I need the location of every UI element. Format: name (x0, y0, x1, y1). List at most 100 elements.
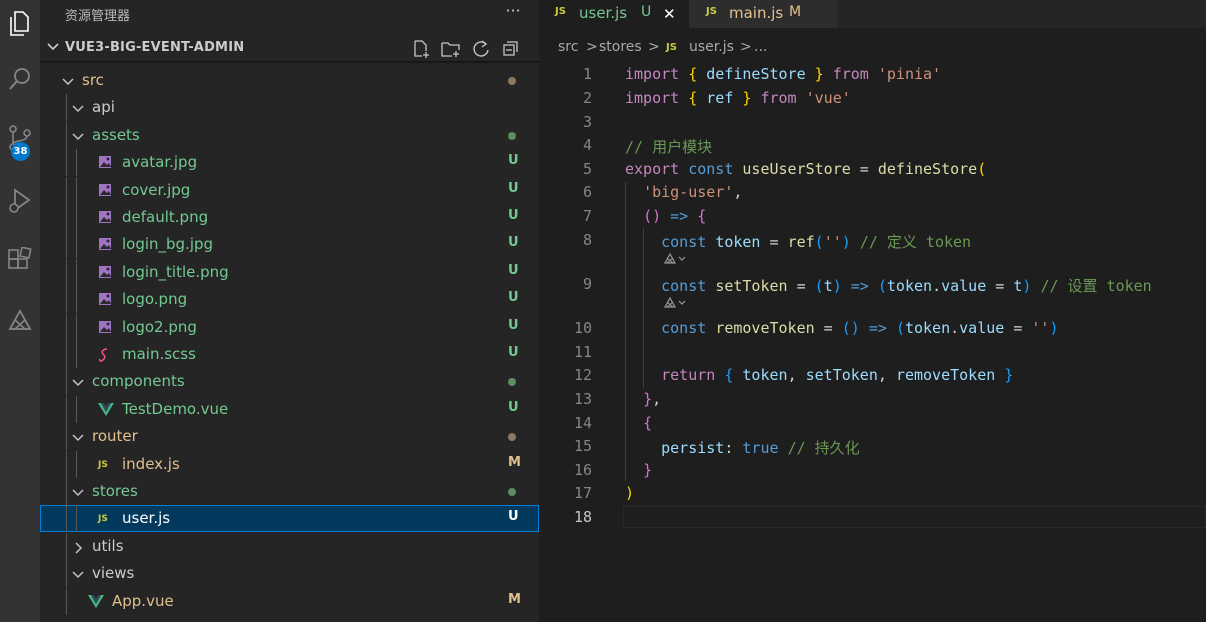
code-text: const token = ref('') // 定义 token (661, 233, 972, 251)
tree-file[interactable]: TestDemo.vue U (40, 395, 539, 423)
indent-guide (66, 450, 67, 478)
tab-user-js[interactable]: JS user.js U ✕ (539, 0, 689, 28)
tree-file[interactable]: login_bg.jpg U (40, 231, 539, 259)
chevron-down-icon (72, 379, 84, 387)
breadcrumb-stores[interactable]: stores (599, 39, 642, 55)
chevron-down-icon (72, 571, 84, 579)
image-file-icon (98, 320, 114, 336)
chevron-down-icon (62, 78, 74, 86)
js-file-icon: JS (555, 6, 566, 17)
git-status-badge: U (508, 317, 519, 333)
tree-item-label: user.js (122, 509, 171, 528)
chevron-down-icon (72, 105, 84, 113)
line-number: 12 (573, 366, 592, 384)
git-status-badge: U (508, 345, 519, 360)
tree-file[interactable]: JS user.js U (40, 505, 539, 533)
copilot-lens-icon[interactable] (663, 296, 687, 313)
indent-guide (66, 478, 67, 505)
tree-file[interactable]: logo.png U (40, 286, 539, 314)
code-line: 11 (539, 340, 1206, 364)
git-status-dot (508, 433, 516, 442)
tree-item-label: avatar.jpg (122, 153, 198, 172)
copilot-lens-icon[interactable] (663, 252, 687, 269)
extensions-icon[interactable] (0, 237, 40, 285)
tree-file[interactable]: App.vue M (40, 587, 539, 615)
tab-status: M (789, 4, 802, 20)
search-icon[interactable] (0, 55, 40, 103)
tree-file[interactable]: avatar.jpg U (40, 149, 539, 177)
chevron-down-icon (72, 489, 84, 497)
tree-folder[interactable]: api (40, 94, 539, 122)
tree-folder[interactable]: components (40, 368, 539, 396)
code-line: 12 return { token, setToken, removeToken… (539, 363, 1206, 387)
tree-file[interactable]: login_title.png U (40, 258, 539, 286)
js-file-icon: JS (666, 42, 677, 53)
breadcrumb-file[interactable]: user.js (689, 39, 734, 55)
git-status-badge: U (508, 235, 519, 251)
tree-item-label: views (92, 564, 135, 583)
close-icon[interactable]: ✕ (663, 5, 676, 23)
chevron-down-icon (72, 434, 84, 442)
remote-explorer-icon[interactable] (0, 297, 40, 345)
code-line: 8 const token = ref('') // 定义 token (539, 228, 1206, 252)
indent-guide (66, 121, 67, 149)
tree-item-label: components (92, 372, 185, 391)
breadcrumb-src[interactable]: src (558, 39, 578, 55)
indent-guide (76, 341, 77, 368)
indent-guide (66, 368, 67, 396)
indent-guide (66, 204, 67, 231)
line-number: 16 (573, 461, 592, 479)
tree-file[interactable]: main.scss U (40, 341, 539, 368)
indent-guide (66, 313, 67, 341)
tree-file[interactable]: cover.jpg U (40, 176, 539, 204)
new-file-icon[interactable] (410, 38, 432, 60)
indent-guide (66, 176, 67, 204)
vue-file-icon (98, 402, 114, 418)
tab-status: U (641, 4, 652, 20)
tree-file[interactable]: default.png U (40, 204, 539, 231)
explorer-icon[interactable] (0, 0, 40, 48)
tree-file[interactable]: logo2.png U (40, 313, 539, 341)
code-text: } (643, 461, 653, 479)
indent-guide (76, 258, 77, 286)
line-number: 8 (582, 231, 592, 249)
image-file-icon (98, 210, 114, 226)
tab-bar: JS user.js U ✕ JS main.js M (539, 0, 1206, 28)
git-status-dot (508, 488, 516, 496)
tree-item-label: router (92, 427, 138, 446)
tree-item-label: App.vue (112, 591, 174, 610)
indent-guide (76, 176, 77, 204)
git-status-dot (508, 77, 516, 85)
code-text: const removeToken = () => (token.value =… (661, 319, 1059, 337)
tree-item-label: api (92, 98, 115, 117)
tree-folder[interactable]: utils (40, 532, 539, 560)
run-debug-icon[interactable] (0, 176, 40, 224)
more-actions-icon[interactable]: ··· (502, 0, 524, 26)
indent-guide (76, 395, 77, 423)
git-status-dot (508, 131, 516, 140)
indent-guide (66, 231, 67, 259)
collapse-all-icon[interactable] (500, 38, 522, 60)
tab-main-js[interactable]: JS main.js M (689, 0, 837, 28)
new-folder-icon[interactable] (440, 38, 462, 60)
code-text: }, (643, 390, 662, 408)
code-text: const setToken = (t) => (token.value = t… (661, 277, 1152, 295)
tree-folder[interactable]: src (40, 67, 539, 94)
breadcrumb-separator: > (740, 39, 752, 55)
tree-folder[interactable]: assets (40, 121, 539, 149)
tree-folder[interactable]: router (40, 423, 539, 451)
git-status-badge: U (508, 399, 519, 415)
line-number: 4 (582, 136, 592, 154)
code-text: persist: true // 持久化 (661, 439, 860, 457)
tree-item-label: logo.png (122, 290, 188, 309)
tree-file[interactable]: JS index.js M (40, 450, 539, 478)
tree-folder[interactable]: views (40, 560, 539, 588)
tree-folder[interactable]: stores (40, 478, 539, 505)
refresh-icon[interactable] (470, 38, 492, 60)
explorer-sidebar: 资源管理器 ··· VUE3-BIG-EVENT-ADMIN src api ass… (40, 0, 539, 622)
project-header[interactable]: VUE3-BIG-EVENT-ADMIN (40, 35, 539, 61)
indent-guide (76, 149, 77, 177)
breadcrumb-symbol[interactable]: ... (754, 39, 767, 55)
indent-guide (76, 505, 77, 533)
git-status-badge: U (508, 509, 519, 525)
